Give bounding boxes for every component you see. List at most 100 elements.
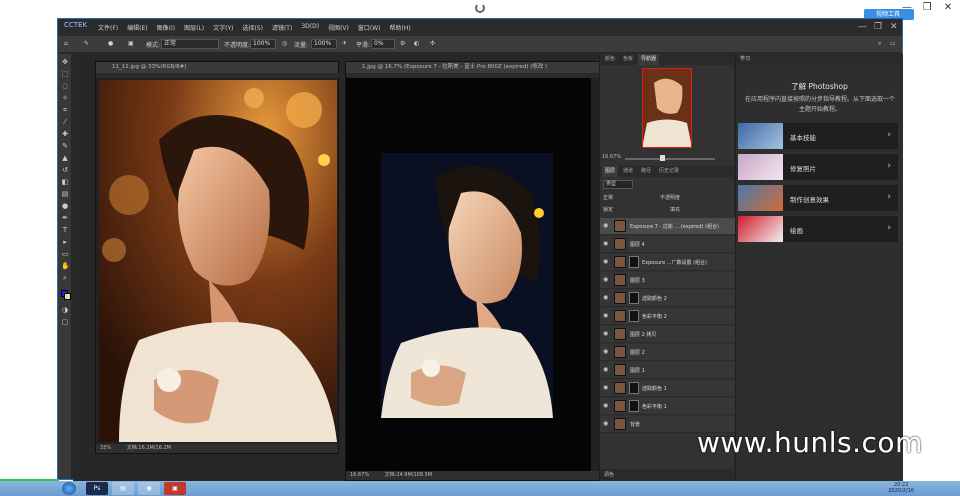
gradient-tool-icon[interactable]: ▤ <box>61 190 69 198</box>
close-icon[interactable]: ✕ <box>941 2 955 14</box>
menu-file[interactable]: 文件(F) <box>98 23 118 32</box>
menu-window[interactable]: 窗口(W) <box>358 23 381 32</box>
learn-item-fix-photo[interactable]: 修复照片 › <box>738 154 898 180</box>
menu-select[interactable]: 选择(S) <box>242 23 263 32</box>
layer-row[interactable]: ◉ 选取颜色 1 <box>600 380 735 397</box>
shape-tool-icon[interactable]: ▭ <box>61 250 69 258</box>
learn-item-creative-effects[interactable]: 制作创意效果 › <box>738 185 898 211</box>
zoom-tool-icon[interactable]: ⌕ <box>61 274 69 282</box>
visibility-eye-icon[interactable]: ◉ <box>603 331 610 337</box>
path-select-tool-icon[interactable]: ▸ <box>61 238 69 246</box>
smooth-field[interactable]: 0% <box>371 39 395 49</box>
tab-paths[interactable]: 路径 <box>638 166 654 177</box>
type-tool-icon[interactable]: T <box>61 226 69 234</box>
visibility-eye-icon[interactable]: ◉ <box>603 259 610 265</box>
background-color-swatch[interactable] <box>64 293 71 300</box>
opacity-field[interactable]: 100% <box>250 39 276 49</box>
tab-channels[interactable]: 通道 <box>620 166 636 177</box>
visibility-eye-icon[interactable]: ◉ <box>603 421 610 427</box>
menu-image[interactable]: 图像(I) <box>157 23 175 32</box>
quick-select-tool-icon[interactable]: ✧ <box>61 94 69 102</box>
layer-mask-thumbnail[interactable] <box>629 292 639 304</box>
layer-mask-thumbnail[interactable] <box>629 310 639 322</box>
workspace-icon[interactable]: ▭ <box>890 40 896 47</box>
brush-preset-icon[interactable]: ● <box>108 40 113 47</box>
start-button-icon[interactable] <box>62 482 76 495</box>
move-tool-icon[interactable]: ✥ <box>61 58 69 66</box>
visibility-eye-icon[interactable]: ◉ <box>603 241 610 247</box>
navigator-thumbnail[interactable] <box>642 68 692 148</box>
pressure-opacity-icon[interactable]: ◎ <box>282 40 287 47</box>
layer-mask-thumbnail[interactable] <box>629 256 639 268</box>
mode-select[interactable]: 正常 <box>161 39 219 49</box>
visibility-eye-icon[interactable]: ◉ <box>603 367 610 373</box>
navigator-zoom-slider[interactable] <box>625 158 715 160</box>
pressure-size-icon[interactable]: ◐ <box>414 40 419 47</box>
taskbar-pdf-icon[interactable]: ▣ <box>164 482 186 495</box>
bottom-panel-tab[interactable]: 调色 <box>600 469 735 481</box>
layer-row[interactable]: ◉ 色彩平衡 2 <box>600 308 735 325</box>
lasso-tool-icon[interactable]: ◌ <box>61 82 69 90</box>
pen-tool-icon[interactable]: ✒ <box>61 214 69 222</box>
tab-navigator[interactable]: 导航器 <box>638 54 660 65</box>
stamp-tool-icon[interactable]: ▲ <box>61 154 69 162</box>
layer-mask-thumbnail[interactable] <box>629 382 639 394</box>
navigator-slider-handle[interactable] <box>660 155 665 161</box>
document-window-1[interactable]: 11_11.jpg @ 33%(RGB/8#) 33% 文档:16.2M/16.… <box>95 61 340 454</box>
tab-history[interactable]: 历史记录 <box>656 166 682 177</box>
symmetry-icon[interactable]: ✣ <box>430 40 435 47</box>
brush-tool-icon-side[interactable]: ✎ <box>61 142 69 150</box>
visibility-eye-icon[interactable]: ◉ <box>603 313 610 319</box>
fill-label[interactable]: 填充 <box>670 206 680 213</box>
history-brush-icon[interactable]: ↺ <box>61 166 69 174</box>
flow-field[interactable]: 100% <box>311 39 337 49</box>
layer-row[interactable]: ◉ 图层 2 <box>600 344 735 361</box>
menu-layer[interactable]: 图层(L) <box>184 23 204 32</box>
dodge-tool-icon[interactable]: ● <box>61 202 69 210</box>
layer-filter-select[interactable]: 类型 <box>603 180 633 189</box>
quick-mask-icon[interactable]: ◑ <box>61 306 69 314</box>
ps-close-icon[interactable]: ✕ <box>890 22 898 32</box>
search-icon[interactable]: ⌕ <box>878 40 881 48</box>
layer-row[interactable]: ◉ 图层 3 <box>600 272 735 289</box>
minimize-icon[interactable]: — <box>900 2 914 14</box>
visibility-eye-icon[interactable]: ◉ <box>603 349 610 355</box>
visibility-eye-icon[interactable]: ◉ <box>603 403 610 409</box>
document-tab-1[interactable]: 11_11.jpg @ 33%(RGB/8#) <box>96 62 338 73</box>
home-icon[interactable]: ⌂ <box>64 40 68 47</box>
brush-panel-icon[interactable]: ▣ <box>128 40 134 47</box>
tab-learn[interactable]: 学习 <box>736 54 903 65</box>
tab-color[interactable]: 颜色 <box>602 54 618 65</box>
menu-help[interactable]: 帮助(H) <box>390 23 411 32</box>
layer-row[interactable]: ◉ Exposure 7 - 拉斯 ... (expired) (组合) <box>600 218 735 235</box>
blend-mode-select[interactable]: 正常 <box>603 194 613 201</box>
layer-row[interactable]: ◉ Exposure ...厂数设置 (组合) <box>600 254 735 271</box>
eyedropper-tool-icon[interactable]: ⁄ <box>61 118 69 126</box>
settings-gear-icon[interactable]: ⚙ <box>400 40 405 47</box>
menu-view[interactable]: 视图(V) <box>328 23 349 32</box>
layer-row[interactable]: ◉ 图层 4 <box>600 236 735 253</box>
taskbar-photoshop-icon[interactable]: Ps <box>86 482 108 495</box>
layer-row[interactable]: ◉ 选取颜色 2 <box>600 290 735 307</box>
visibility-eye-icon[interactable]: ◉ <box>603 295 610 301</box>
document-window-2[interactable]: 1.jpg @ 16.7% (Exposure 7 - 拉斯美 - 富士 Pro… <box>345 61 602 481</box>
learn-item-basic-skills[interactable]: 基本技能 › <box>738 123 898 149</box>
layer-row[interactable]: ◉ 色彩平衡 1 <box>600 398 735 415</box>
menu-edit[interactable]: 编辑(E) <box>127 23 147 32</box>
menu-type[interactable]: 文字(Y) <box>213 23 233 32</box>
marquee-tool-icon[interactable]: ⬚ <box>61 70 69 78</box>
menu-filter[interactable]: 滤镜(T) <box>272 23 292 32</box>
hand-tool-icon[interactable]: ✋ <box>61 262 70 270</box>
taskbar-browser-icon[interactable]: ◉ <box>138 482 160 495</box>
airbrush-icon[interactable]: ✈ <box>342 40 347 47</box>
tab-layers[interactable]: 图层 <box>602 166 619 177</box>
eraser-tool-icon[interactable]: ◧ <box>61 178 69 186</box>
crop-tool-icon[interactable]: ⌗ <box>61 106 69 114</box>
healing-tool-icon[interactable]: ✚ <box>61 130 69 138</box>
ps-restore-icon[interactable]: ❐ <box>874 22 882 32</box>
visibility-eye-icon[interactable]: ◉ <box>603 277 610 283</box>
menu-3d[interactable]: 3D(D) <box>301 23 319 32</box>
document-tab-2[interactable]: 1.jpg @ 16.7% (Exposure 7 - 拉斯美 - 富士 Pro… <box>346 62 600 73</box>
layer-row[interactable]: ◉ 图层 2 拷贝 <box>600 326 735 343</box>
restore-icon[interactable]: ❐ <box>920 2 934 14</box>
